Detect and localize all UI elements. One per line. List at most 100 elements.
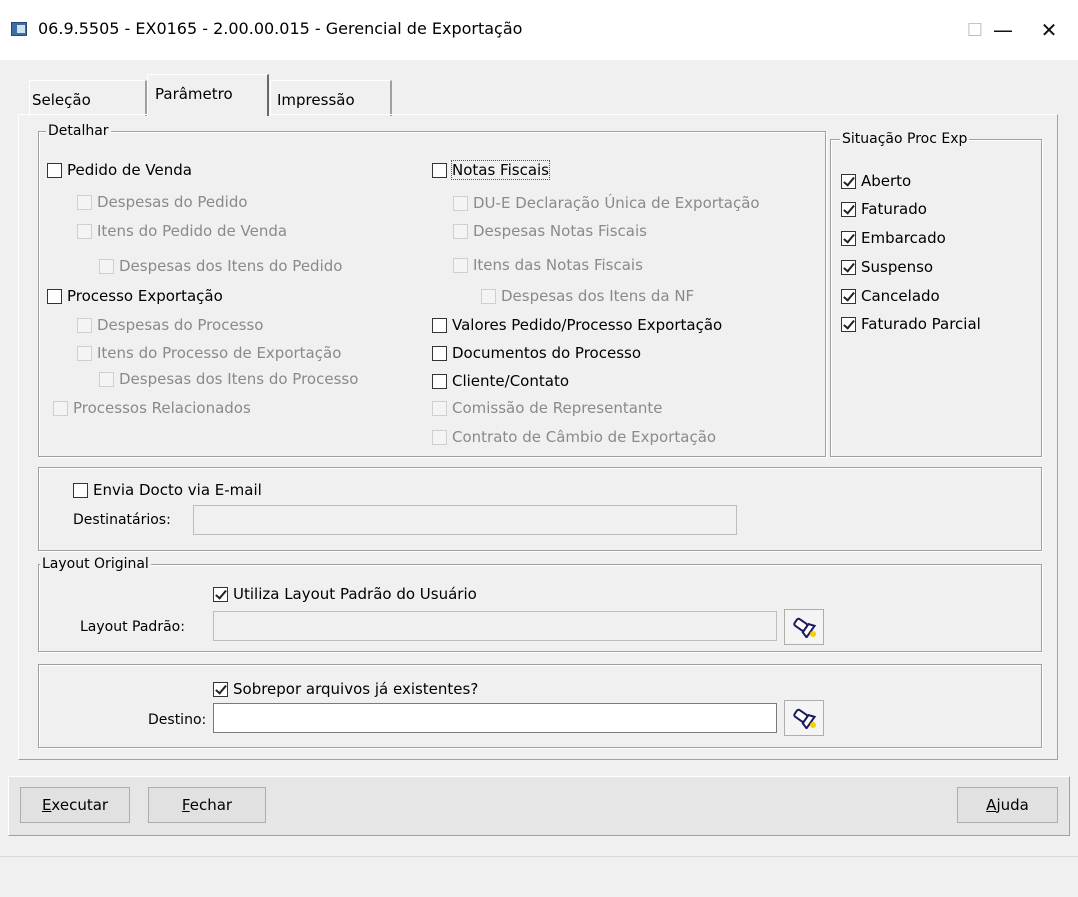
- close-button[interactable]: ✕: [1026, 14, 1072, 46]
- checkbox-despesas-itens-processo: Despesas dos Itens do Processo: [99, 370, 358, 388]
- checkbox-label: Sobrepor arquivos já existentes?: [233, 680, 479, 698]
- checkbox-label: Processos Relacionados: [73, 399, 251, 417]
- checkbox-box: [77, 194, 92, 210]
- checkbox-box: [99, 258, 114, 274]
- checkbox-box[interactable]: [432, 317, 447, 333]
- checkbox-cliente-contato[interactable]: Cliente/Contato: [432, 372, 569, 390]
- zoom-destino-button[interactable]: [784, 700, 824, 736]
- checkbox-label: Faturado Parcial: [861, 315, 981, 333]
- checkbox-faturado-parcial[interactable]: Faturado Parcial: [841, 315, 981, 333]
- checkbox-suspenso[interactable]: Suspenso: [841, 258, 933, 276]
- checkbox-label: Valores Pedido/Processo Exportação: [452, 316, 723, 334]
- tab-selecao[interactable]: Seleção: [29, 80, 147, 116]
- checkbox-box[interactable]: [841, 173, 856, 189]
- flashlight-icon: [793, 617, 817, 638]
- executar-button[interactable]: Executar: [20, 787, 130, 823]
- checkbox-box[interactable]: [47, 288, 62, 304]
- checkbox-despesas-notas-fiscais: Despesas Notas Fiscais: [453, 222, 647, 240]
- checkbox-aberto[interactable]: Aberto: [841, 172, 911, 190]
- checkbox-box[interactable]: [841, 230, 856, 246]
- checkbox-label: Contrato de Câmbio de Exportação: [452, 428, 717, 446]
- checkbox-label: Faturado: [861, 200, 927, 218]
- checkbox-contrato-cambio: Contrato de Câmbio de Exportação: [432, 428, 716, 446]
- checkbox-box[interactable]: [841, 288, 856, 304]
- checkbox-despesas-pedido: Despesas do Pedido: [77, 193, 248, 211]
- checkbox-label: Despesas dos Itens do Processo: [119, 370, 359, 388]
- checkbox-comissao-representante: Comissão de Representante: [432, 399, 663, 417]
- checkbox-label: Itens das Notas Fiscais: [473, 256, 643, 274]
- checkbox-box[interactable]: [841, 316, 856, 332]
- checkbox-processos-relacionados: Processos Relacionados: [53, 399, 251, 417]
- checkbox-box[interactable]: [213, 681, 228, 697]
- checkbox-box[interactable]: [841, 201, 856, 217]
- checkbox-cancelado[interactable]: Cancelado: [841, 287, 940, 305]
- status-bar: [0, 856, 1078, 897]
- ajuda-button[interactable]: Ajuda: [957, 787, 1058, 823]
- checkbox-label: Aberto: [861, 172, 912, 190]
- detalhar-title: Detalhar: [46, 123, 111, 139]
- window-title: 06.9.5505 - EX0165 - 2.00.00.015 - Geren…: [38, 19, 523, 38]
- checkbox-label: Pedido de Venda: [67, 161, 192, 179]
- checkbox-itens-pedido-venda: Itens do Pedido de Venda: [77, 222, 287, 240]
- fechar-button[interactable]: Fechar: [148, 787, 266, 823]
- destino-label: Destino:: [148, 712, 207, 728]
- destino-field[interactable]: [213, 703, 777, 733]
- destinatarios-field[interactable]: [193, 505, 737, 535]
- checkbox-box: [77, 317, 92, 333]
- zoom-layout-button[interactable]: [784, 609, 824, 645]
- checkbox-label: Cancelado: [861, 287, 940, 305]
- checkbox-faturado[interactable]: Faturado: [841, 200, 927, 218]
- checkbox-itens-notas-fiscais: Itens das Notas Fiscais: [453, 256, 643, 274]
- checkbox-itens-processo-exportacao: Itens do Processo de Exportação: [77, 344, 341, 362]
- tab-label: Seleção: [32, 91, 91, 109]
- checkbox-box: [453, 195, 468, 211]
- checkbox-box[interactable]: [432, 162, 447, 178]
- checkbox-documentos-processo[interactable]: Documentos do Processo: [432, 344, 641, 362]
- checkbox-label: Despesas dos Itens do Pedido: [119, 257, 343, 275]
- checkbox-box: [453, 223, 468, 239]
- checkbox-envia-email[interactable]: Envia Docto via E-mail: [73, 481, 262, 499]
- checkbox-label: Utiliza Layout Padrão do Usuário: [233, 585, 477, 603]
- button-label: Fechar: [181, 796, 233, 814]
- maximize-button[interactable]: ☐: [952, 14, 998, 46]
- tab-label: Parâmetro: [155, 85, 233, 103]
- tab-parametro[interactable]: Parâmetro: [147, 74, 269, 116]
- checkbox-label: Suspenso: [861, 258, 934, 276]
- layout-padrao-field[interactable]: [213, 611, 777, 641]
- situacao-title: Situação Proc Exp: [840, 131, 970, 147]
- checkbox-box: [99, 371, 114, 387]
- checkbox-label: Despesas do Pedido: [97, 193, 248, 211]
- checkbox-box[interactable]: [73, 482, 88, 498]
- checkbox-sobrepor[interactable]: Sobrepor arquivos já existentes?: [213, 680, 478, 698]
- checkbox-box[interactable]: [213, 586, 228, 602]
- checkbox-box[interactable]: [841, 259, 856, 275]
- checkbox-processo-exportacao[interactable]: Processo Exportação: [47, 287, 223, 305]
- checkbox-box[interactable]: [432, 373, 447, 389]
- checkbox-box[interactable]: [432, 345, 447, 361]
- checkbox-box: [432, 429, 447, 445]
- checkbox-box: [77, 345, 92, 361]
- tab-impressao[interactable]: Impressão: [270, 80, 392, 116]
- destinatarios-label: Destinatários:: [73, 512, 171, 528]
- checkbox-valores-pedido-processo[interactable]: Valores Pedido/Processo Exportação: [432, 316, 722, 334]
- checkbox-box: [53, 400, 68, 416]
- checkbox-pedido-venda[interactable]: Pedido de Venda: [47, 161, 192, 179]
- checkbox-despesas-processo: Despesas do Processo: [77, 316, 263, 334]
- checkbox-despesas-itens-nf: Despesas dos Itens da NF: [481, 287, 694, 305]
- checkbox-label: DU-E Declaração Única de Exportação: [473, 194, 760, 212]
- checkbox-box[interactable]: [47, 162, 62, 178]
- button-label: Ajuda: [986, 796, 1029, 814]
- layout-padrao-label: Layout Padrão:: [80, 619, 185, 635]
- layout-title: Layout Original: [40, 556, 151, 572]
- checkbox-box: [432, 400, 447, 416]
- checkbox-box: [481, 288, 496, 304]
- checkbox-embarcado[interactable]: Embarcado: [841, 229, 946, 247]
- checkbox-notas-fiscais[interactable]: Notas Fiscais: [432, 160, 550, 180]
- checkbox-label: Documentos do Processo: [452, 344, 642, 362]
- checkbox-label: Envia Docto via E-mail: [93, 481, 262, 499]
- checkbox-despesas-itens-pedido: Despesas dos Itens do Pedido: [99, 257, 342, 275]
- button-label: Executar: [41, 796, 109, 814]
- checkbox-utiliza-layout[interactable]: Utiliza Layout Padrão do Usuário: [213, 585, 477, 603]
- checkbox-label: Cliente/Contato: [452, 372, 569, 390]
- checkbox-label: Despesas do Processo: [97, 316, 264, 334]
